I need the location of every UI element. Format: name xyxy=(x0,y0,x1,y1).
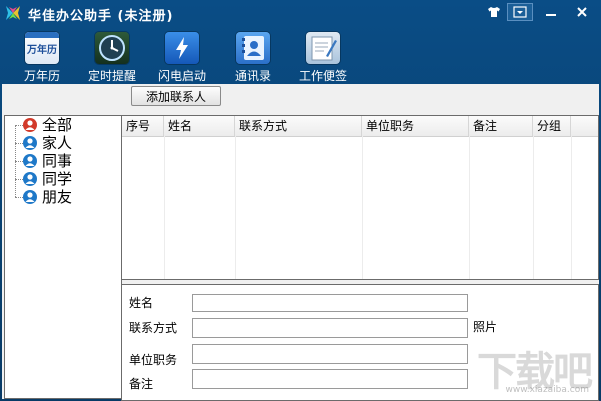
group-tree[interactable]: 全部 家人 同事 同学 朋友 xyxy=(4,115,122,399)
column-divider xyxy=(533,136,534,279)
group-label: 朋友 xyxy=(42,188,73,206)
clock-icon xyxy=(95,32,129,64)
column-header-contact[interactable]: 联系方式 xyxy=(235,116,362,136)
toolbar-quick-launch-button[interactable]: 闪电启动 xyxy=(147,32,217,84)
column-divider xyxy=(469,136,470,279)
add-contact-button[interactable]: 添加联系人 xyxy=(131,86,221,106)
minimize-icon xyxy=(546,14,556,16)
calendar-icon: 万年历 xyxy=(25,32,59,64)
contacts-table[interactable]: 序号 姓名 联系方式 单位职务 备注 分组 xyxy=(121,115,599,280)
position-label: 单位职务 xyxy=(129,353,178,367)
photo-label: 照片 xyxy=(473,320,498,334)
tshirt-icon xyxy=(488,7,500,17)
tree-connector xyxy=(15,143,23,144)
toolbar-notes-label: 工作便签 xyxy=(298,69,347,83)
toolbar-calendar-label: 万年历 xyxy=(23,69,60,83)
contacts-book-icon xyxy=(236,32,270,64)
toolbar-contacts-label: 通讯录 xyxy=(234,69,271,83)
group-label: 全部 xyxy=(42,116,73,134)
toolbar-notes-button[interactable]: 工作便签 xyxy=(288,32,358,84)
dropdown-menu-icon xyxy=(513,6,527,18)
column-header-name[interactable]: 姓名 xyxy=(164,116,235,136)
tree-connector xyxy=(15,179,23,180)
note-field[interactable] xyxy=(192,369,468,389)
toolbar-reminder-label: 定时提醒 xyxy=(87,69,136,83)
toolbar-reminder-button[interactable]: 定时提醒 xyxy=(77,32,147,84)
contact-field[interactable] xyxy=(192,318,468,338)
column-header-index[interactable]: 序号 xyxy=(122,116,164,136)
user-blue-icon xyxy=(23,190,37,204)
name-label: 姓名 xyxy=(129,296,154,310)
tree-connector xyxy=(15,161,23,162)
main-panel: 添加联系人 全部 家人 同事 同学 朋友 序号 姓名 联系方式 单位职务 备注 … xyxy=(2,84,599,401)
group-item-family[interactable]: 家人 xyxy=(23,134,72,152)
tree-connector xyxy=(15,125,23,126)
group-label: 同事 xyxy=(42,152,73,170)
column-header-note[interactable]: 备注 xyxy=(469,116,533,136)
group-item-all[interactable]: 全部 xyxy=(23,116,72,134)
group-item-classmates[interactable]: 同学 xyxy=(23,170,72,188)
tree-connector xyxy=(15,197,23,198)
user-blue-icon xyxy=(23,136,37,150)
lightning-icon xyxy=(165,32,199,64)
user-blue-icon xyxy=(23,172,37,186)
position-field[interactable] xyxy=(192,344,468,364)
toolbar-calendar-button[interactable]: 万年历 万年历 xyxy=(7,32,77,84)
column-divider xyxy=(571,136,572,279)
main-toolbar: 万年历 万年历 定时提醒 闪电启动 通讯录 工作便签 xyxy=(0,26,601,84)
notes-icon xyxy=(306,32,340,64)
group-item-colleagues[interactable]: 同事 xyxy=(23,152,72,170)
table-header: 序号 姓名 联系方式 单位职务 备注 分组 xyxy=(122,116,598,137)
contact-label: 联系方式 xyxy=(129,321,178,335)
skin-button[interactable] xyxy=(481,3,507,21)
toolbar-contacts-button[interactable]: 通讯录 xyxy=(218,32,288,84)
app-logo-icon xyxy=(6,6,20,20)
column-header-position[interactable]: 单位职务 xyxy=(362,116,469,136)
toolbar-quick-launch-label: 闪电启动 xyxy=(157,69,206,83)
name-field[interactable] xyxy=(192,294,468,312)
contact-detail-form: 姓名 联系方式 照片 单位职务 备注 xyxy=(121,284,599,401)
app-window: 华佳办公助手 (未注册) 万年历 万年历 定时提醒 闪电启动 通讯录 工作便签 … xyxy=(0,0,601,401)
column-header-group[interactable]: 分组 xyxy=(533,116,571,136)
clock-face-icon xyxy=(99,35,125,61)
user-blue-icon xyxy=(23,154,37,168)
close-icon xyxy=(577,7,587,17)
column-divider xyxy=(164,136,165,279)
address-book-icon xyxy=(242,36,264,60)
user-red-icon xyxy=(23,118,37,132)
menu-button[interactable] xyxy=(507,3,533,21)
group-label: 同学 xyxy=(42,170,73,188)
window-title: 华佳办公助手 (未注册) xyxy=(28,9,174,24)
minimize-button[interactable] xyxy=(538,3,564,21)
column-divider xyxy=(362,136,363,279)
bolt-icon xyxy=(176,37,188,59)
group-label: 家人 xyxy=(42,134,73,152)
group-item-friends[interactable]: 朋友 xyxy=(23,188,72,206)
column-divider xyxy=(235,136,236,279)
note-label: 备注 xyxy=(129,377,154,391)
calendar-icon-text: 万年历 xyxy=(27,45,57,56)
title-bar[interactable]: 华佳办公助手 (未注册) xyxy=(0,0,601,26)
pen-note-icon xyxy=(311,36,337,61)
close-button[interactable] xyxy=(569,3,595,21)
